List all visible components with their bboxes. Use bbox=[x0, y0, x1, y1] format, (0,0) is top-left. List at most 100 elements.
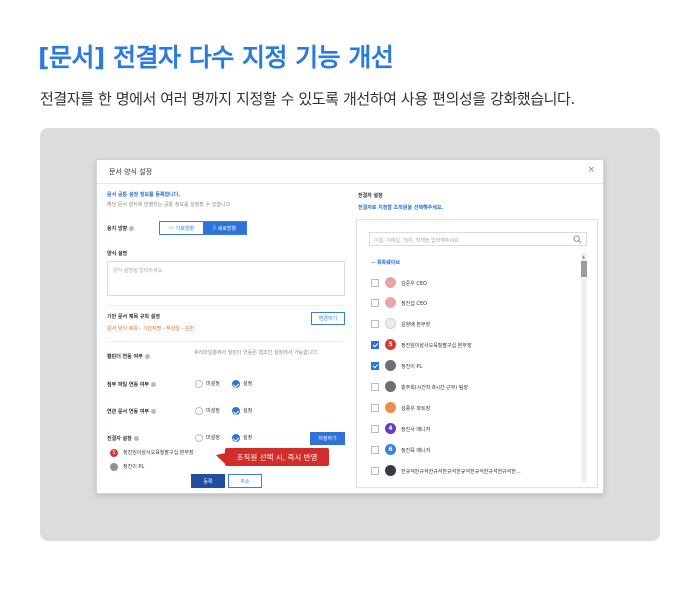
title-rule-value: 문서 양식 제목 - 기안자명 - 작성일 - 순번 bbox=[107, 326, 195, 332]
attach-set-label: 설정 bbox=[243, 381, 253, 387]
avatar: 4 bbox=[385, 423, 396, 434]
member-checkbox[interactable] bbox=[371, 383, 379, 391]
description-placeholder: 양식 설명을 입력하세요. bbox=[113, 268, 164, 274]
description-textarea[interactable]: 양식 설명을 입력하세요. bbox=[107, 261, 345, 296]
related-unset-label: 미설정 bbox=[206, 408, 220, 414]
avatar bbox=[385, 318, 396, 329]
help-icon bbox=[129, 226, 135, 231]
avatar bbox=[385, 360, 396, 371]
avatar bbox=[385, 277, 396, 288]
avatar bbox=[110, 463, 118, 471]
help-icon bbox=[133, 436, 139, 441]
orientation-portrait-button[interactable]: ▯ 세로방향 bbox=[203, 222, 246, 234]
intro-title: 문서 공통 설정 정보를 등록합니다. bbox=[107, 192, 181, 198]
member-row[interactable]: 홍주희(시간차 8시간 근무) 팀장 bbox=[371, 380, 581, 396]
avatar bbox=[110, 449, 118, 457]
member-checkbox[interactable] bbox=[371, 279, 379, 287]
title-rule-label: 기안 문서 제목 규칙 설정 bbox=[107, 314, 160, 320]
approver-label: 전결자 설정 bbox=[107, 436, 139, 442]
member-name: 성풍우 파트장 bbox=[401, 406, 431, 412]
calendar-link-label: 캘린더 연동 여부 bbox=[107, 354, 150, 360]
page-title: [문서] 전결자 다수 지정 기능 개선 bbox=[38, 43, 394, 72]
approver-unset-radio[interactable] bbox=[195, 434, 203, 442]
avatar: 5 bbox=[385, 339, 396, 350]
dialog-header: 문서 양식 설정 × bbox=[97, 160, 603, 184]
help-icon bbox=[144, 354, 150, 359]
avatar bbox=[385, 402, 396, 413]
member-name: 정진사 매니저 bbox=[401, 427, 431, 433]
register-button[interactable]: 등록 bbox=[191, 474, 225, 488]
member-checkbox[interactable] bbox=[371, 320, 379, 328]
close-icon[interactable]: × bbox=[587, 165, 595, 175]
member-row[interactable]: 6 정진육 매니저 bbox=[371, 443, 581, 459]
member-name: 정진이 PL bbox=[401, 364, 423, 370]
orientation-toggle: ▭ 가로방향 ▯ 세로방향 bbox=[159, 221, 247, 235]
description-label: 양식 설명 bbox=[107, 251, 128, 257]
member-row[interactable]: 5 정진임이삼사오육칠팔구십 본부장 bbox=[371, 338, 581, 354]
avatar bbox=[385, 381, 396, 392]
attach-link-label: 첨부 파일 연동 여부 bbox=[107, 382, 157, 388]
member-row[interactable]: 김양배 본부장 bbox=[371, 317, 581, 333]
member-row[interactable]: 성풍우 파트장 bbox=[371, 401, 581, 417]
help-icon bbox=[151, 382, 157, 387]
avatar bbox=[385, 297, 396, 308]
related-set-radio[interactable] bbox=[232, 407, 240, 415]
instant-apply-callout: 조직원 선택 시, 즉시 반영 bbox=[225, 448, 329, 466]
member-checkbox[interactable] bbox=[371, 299, 379, 307]
intro-desc: 해당 문서 양식에 반영되는 공통 정보를 설정할 수 있습니다. bbox=[107, 202, 232, 208]
org-tree-header[interactable]: − 톡톡웨이브 bbox=[371, 259, 400, 266]
attach-set-radio[interactable] bbox=[232, 380, 240, 388]
member-name: 홍주희(시간차 8시간 근무) 팀장 bbox=[401, 385, 469, 391]
help-icon bbox=[151, 409, 157, 414]
member-row[interactable]: 정진이 PL bbox=[371, 359, 581, 375]
calendar-link-desc: 휴리마일홈에서 힐린더 연동은 협조인 설정에서 가능합니다. bbox=[194, 350, 319, 356]
search-icon[interactable] bbox=[573, 235, 582, 244]
member-row[interactable]: 정진섭 CEO bbox=[371, 296, 581, 312]
related-set-label: 설정 bbox=[243, 408, 253, 414]
member-checkbox[interactable] bbox=[371, 404, 379, 412]
member-checkbox[interactable] bbox=[371, 425, 379, 433]
scroll-thumb[interactable] bbox=[581, 261, 587, 277]
approver-selection-panel: 이름, 이메일, 직위, 직책을 입력해주세요. − 톡톡웨이브 김준우 CEO… bbox=[356, 219, 598, 488]
member-name: 정진육 매니저 bbox=[401, 448, 431, 454]
approver-set-label: 설정 bbox=[243, 435, 253, 441]
page-subtitle: 전결자를 한 명에서 여러 명까지 지정할 수 있도록 개선하여 사용 편의성을… bbox=[40, 90, 575, 108]
member-checkbox[interactable] bbox=[371, 467, 379, 475]
portrait-icon: ▯ bbox=[212, 225, 216, 231]
approver-unset-label: 미설정 bbox=[206, 435, 220, 441]
scroll-up-icon[interactable]: ▲ bbox=[582, 254, 585, 259]
avatar bbox=[385, 465, 396, 476]
assign-approver-button[interactable]: 지정하기 bbox=[310, 432, 345, 445]
approver-set-radio[interactable] bbox=[232, 434, 240, 442]
avatar: 6 bbox=[385, 444, 396, 455]
member-row[interactable]: 한규석한규석한규석한규석한규석한규석한규석한규석한... bbox=[371, 464, 581, 480]
cancel-button[interactable]: 취소 bbox=[228, 474, 262, 488]
search-placeholder: 이름, 이메일, 직위, 직책을 입력해주세요. bbox=[374, 238, 461, 244]
member-name: 한규석한규석한규석한규석한규석한규석한규석한규석한... bbox=[401, 469, 521, 475]
dialog-title: 문서 양식 설정 bbox=[109, 168, 153, 176]
selected-approver: 정진임이삼사오육칠팔구십 본부장 bbox=[123, 450, 194, 456]
orientation-landscape-button[interactable]: ▭ 가로방향 bbox=[160, 222, 203, 234]
orientation-label: 용지 방향 bbox=[107, 226, 135, 232]
member-name: 김양배 본부장 bbox=[401, 322, 431, 328]
member-checkbox[interactable] bbox=[371, 362, 379, 370]
member-row[interactable]: 4 정진사 매니저 bbox=[371, 422, 581, 438]
member-name: 김준우 CEO bbox=[401, 281, 427, 287]
member-checkbox[interactable] bbox=[371, 341, 379, 349]
related-unset-radio[interactable] bbox=[195, 407, 203, 415]
member-name: 정진섭 CEO bbox=[401, 301, 427, 307]
attach-unset-label: 미설정 bbox=[206, 381, 220, 387]
selected-approver: 정진이 PL bbox=[123, 464, 145, 470]
divider bbox=[107, 305, 345, 306]
change-title-rule-button[interactable]: 변경하기 bbox=[311, 312, 345, 325]
divider bbox=[107, 341, 345, 342]
landscape-icon: ▭ bbox=[168, 225, 174, 231]
right-panel-title: 전결자 설정 bbox=[358, 193, 383, 199]
member-list-scrollbar[interactable]: ▲ bbox=[581, 253, 587, 483]
member-row[interactable]: 김준우 CEO bbox=[371, 276, 581, 292]
attach-unset-radio[interactable] bbox=[195, 380, 203, 388]
member-name: 정진임이삼사오육칠팔구십 본부장 bbox=[401, 343, 472, 349]
member-checkbox[interactable] bbox=[371, 446, 379, 454]
related-link-label: 연관 문서 연동 여부 bbox=[107, 409, 157, 415]
member-search-input[interactable]: 이름, 이메일, 직위, 직책을 입력해주세요. bbox=[369, 232, 587, 246]
